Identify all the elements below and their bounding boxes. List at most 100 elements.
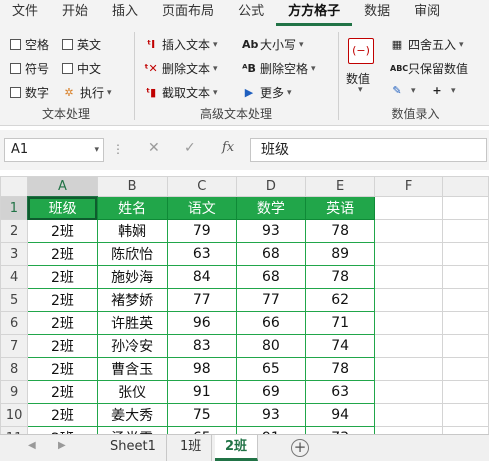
tab-home[interactable]: 开始 bbox=[50, 0, 100, 26]
name-box[interactable]: A1 ▾ bbox=[4, 138, 104, 162]
empty-cell[interactable] bbox=[374, 334, 444, 358]
checkbox-icon[interactable] bbox=[62, 63, 73, 74]
data-cell[interactable]: 78 bbox=[305, 219, 376, 243]
data-cell[interactable]: 2班 bbox=[27, 311, 98, 335]
tab-review[interactable]: 审阅 bbox=[402, 0, 452, 26]
empty-cell[interactable] bbox=[442, 265, 489, 289]
tab-formulas[interactable]: 公式 bbox=[226, 0, 276, 26]
empty-cell[interactable] bbox=[442, 242, 489, 266]
data-cell[interactable]: 75 bbox=[166, 403, 237, 427]
data-cell[interactable]: 2班 bbox=[27, 265, 98, 289]
round-button[interactable]: ▦ 四舍五入 ▾ bbox=[390, 36, 464, 53]
delete-spaces-button[interactable]: ᴬB 删除空格 ▾ bbox=[242, 60, 315, 77]
row-header[interactable]: 5 bbox=[0, 288, 29, 312]
row-header[interactable]: 8 bbox=[0, 357, 29, 381]
confirm-icon[interactable]: ✓ bbox=[184, 140, 196, 156]
row-header[interactable]: 10 bbox=[0, 403, 29, 427]
formula-input[interactable]: 班级 bbox=[250, 138, 487, 162]
data-cell[interactable]: 63 bbox=[166, 242, 237, 266]
data-cell[interactable]: 韩娴 bbox=[96, 219, 168, 243]
checkbox-symbol[interactable]: 符号 bbox=[10, 60, 49, 77]
data-cell[interactable]: 94 bbox=[305, 403, 376, 427]
checkbox-icon[interactable] bbox=[10, 63, 21, 74]
row-header[interactable]: 1 bbox=[0, 196, 29, 220]
data-cell[interactable]: 77 bbox=[166, 288, 237, 312]
empty-cell[interactable] bbox=[442, 334, 489, 358]
tab-fangfang[interactable]: 方方格子 bbox=[276, 0, 353, 26]
data-cell[interactable]: 96 bbox=[166, 311, 237, 335]
data-cell[interactable]: 78 bbox=[305, 357, 376, 381]
data-cell[interactable]: 汤半雪 bbox=[96, 426, 168, 434]
checkbox-icon[interactable] bbox=[62, 39, 73, 50]
case-button[interactable]: Ab 大小写 ▾ bbox=[242, 36, 304, 53]
tab-file[interactable]: 文件 bbox=[0, 0, 50, 26]
data-cell[interactable]: 陈欣怡 bbox=[96, 242, 168, 266]
empty-cell[interactable] bbox=[374, 380, 444, 404]
header-cell[interactable]: 班级 bbox=[27, 196, 98, 220]
row-header[interactable]: 3 bbox=[0, 242, 29, 266]
data-cell[interactable]: 姜大秀 bbox=[96, 403, 168, 427]
empty-cell[interactable] bbox=[374, 403, 444, 427]
data-cell[interactable]: 2班 bbox=[27, 426, 98, 434]
add-button[interactable]: + ▾ bbox=[430, 84, 455, 98]
data-cell[interactable]: 84 bbox=[166, 265, 237, 289]
data-cell[interactable]: 89 bbox=[305, 242, 376, 266]
checkbox-english[interactable]: 英文 bbox=[62, 36, 101, 53]
data-cell[interactable]: 91 bbox=[235, 426, 307, 434]
data-cell[interactable]: 许胜英 bbox=[96, 311, 168, 335]
data-cell[interactable]: 73 bbox=[305, 426, 376, 434]
data-cell[interactable]: 施妙海 bbox=[96, 265, 168, 289]
add-sheet-icon[interactable]: + bbox=[291, 439, 309, 457]
data-cell[interactable]: 93 bbox=[235, 403, 307, 427]
empty-cell[interactable] bbox=[374, 311, 444, 335]
data-cell[interactable]: 80 bbox=[235, 334, 307, 358]
extract-text-button[interactable]: ᵗ▮ 截取文本 ▾ bbox=[144, 84, 218, 101]
data-cell[interactable]: 65 bbox=[235, 357, 307, 381]
data-cell[interactable]: 78 bbox=[305, 265, 376, 289]
data-cell[interactable]: 2班 bbox=[27, 334, 98, 358]
row-header[interactable]: 4 bbox=[0, 265, 29, 289]
empty-cell[interactable] bbox=[374, 196, 444, 220]
insert-text-button[interactable]: ᵗI 插入文本 ▾ bbox=[144, 36, 218, 53]
row-header[interactable]: 6 bbox=[0, 311, 29, 335]
data-cell[interactable]: 62 bbox=[305, 288, 376, 312]
row-header[interactable]: 2 bbox=[0, 219, 29, 243]
data-cell[interactable]: 83 bbox=[166, 334, 237, 358]
next-sheet-icon[interactable]: ▶ bbox=[58, 440, 66, 451]
data-cell[interactable]: 曹含玉 bbox=[96, 357, 168, 381]
data-cell[interactable]: 2班 bbox=[27, 357, 98, 381]
column-header[interactable] bbox=[442, 176, 489, 197]
data-cell[interactable]: 79 bbox=[166, 219, 237, 243]
column-header[interactable]: F bbox=[374, 176, 444, 197]
data-cell[interactable]: 66 bbox=[235, 311, 307, 335]
checkbox-number[interactable]: 数字 bbox=[10, 84, 49, 101]
header-cell[interactable]: 姓名 bbox=[96, 196, 168, 220]
data-cell[interactable]: 63 bbox=[305, 380, 376, 404]
empty-cell[interactable] bbox=[442, 311, 489, 335]
sheet-tab-class2[interactable]: 2班 bbox=[215, 435, 259, 461]
column-header[interactable]: D bbox=[235, 176, 307, 197]
empty-cell[interactable] bbox=[374, 265, 444, 289]
data-cell[interactable]: 98 bbox=[166, 357, 237, 381]
function-icon[interactable]: fx bbox=[222, 140, 234, 155]
header-cell[interactable]: 语文 bbox=[166, 196, 237, 220]
data-cell[interactable]: 68 bbox=[235, 242, 307, 266]
data-cell[interactable]: 93 bbox=[235, 219, 307, 243]
execute-button[interactable]: ✲ 执行 ▾ bbox=[62, 84, 111, 101]
more-button[interactable]: ▶ 更多 ▾ bbox=[242, 84, 292, 101]
empty-cell[interactable] bbox=[442, 380, 489, 404]
checkbox-icon[interactable] bbox=[10, 87, 21, 98]
column-header[interactable]: B bbox=[96, 176, 168, 197]
cancel-icon[interactable]: ✕ bbox=[148, 140, 160, 156]
select-all-corner[interactable] bbox=[0, 176, 29, 197]
data-cell[interactable]: 2班 bbox=[27, 219, 98, 243]
empty-cell[interactable] bbox=[442, 288, 489, 312]
empty-cell[interactable] bbox=[374, 219, 444, 243]
data-cell[interactable]: 91 bbox=[166, 380, 237, 404]
data-cell[interactable]: 74 bbox=[305, 334, 376, 358]
data-cell[interactable]: 2班 bbox=[27, 242, 98, 266]
empty-cell[interactable] bbox=[442, 357, 489, 381]
row-header[interactable]: 11 bbox=[0, 426, 29, 434]
drag-handle-icon[interactable]: ⋮ bbox=[112, 142, 124, 156]
tab-page-layout[interactable]: 页面布局 bbox=[150, 0, 226, 26]
